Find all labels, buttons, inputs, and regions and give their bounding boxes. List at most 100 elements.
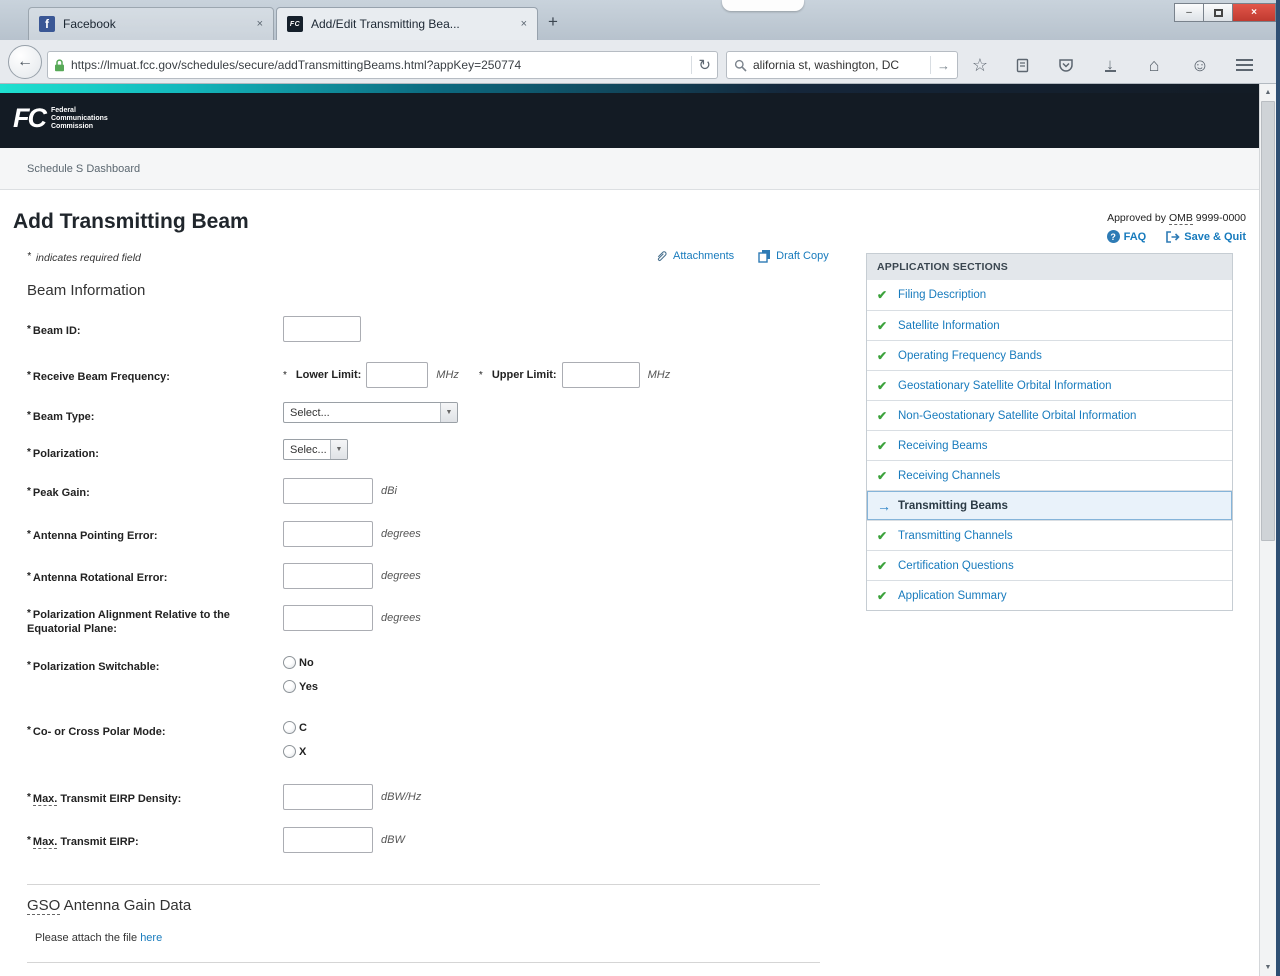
vertical-scrollbar[interactable]: ▲ ▼ bbox=[1259, 84, 1276, 976]
maximize-button[interactable] bbox=[1203, 3, 1233, 22]
url-bar[interactable]: https://lmuat.fcc.gov/schedules/secure/a… bbox=[47, 51, 718, 79]
required-asterisk: * bbox=[27, 370, 31, 381]
co-polar-c-radio[interactable] bbox=[283, 721, 296, 734]
sidebar-item-label[interactable]: Receiving Channels bbox=[898, 470, 1000, 482]
downloads-icon[interactable]: ↓ bbox=[1096, 51, 1124, 79]
search-go-icon[interactable]: → bbox=[937, 58, 950, 73]
upper-limit-input[interactable] bbox=[562, 362, 640, 388]
beam-type-select[interactable]: Select... ▼ bbox=[283, 402, 458, 423]
sidebar-item-label[interactable]: Transmitting Channels bbox=[898, 530, 1013, 542]
sidebar-item-label[interactable]: Certification Questions bbox=[898, 560, 1014, 572]
max-transmit-eirp-density-row: *Max. Transmit EIRP Density: dBW/Hz bbox=[0, 784, 830, 810]
bookmark-star-icon[interactable]: ☆ bbox=[966, 51, 994, 79]
antenna-rotational-error-input[interactable] bbox=[283, 563, 373, 589]
max-transmit-eirp-density-label: Transmit EIRP Density: bbox=[57, 793, 181, 805]
lower-limit-label: Lower Limit: bbox=[296, 369, 361, 381]
antenna-pointing-error-unit: degrees bbox=[381, 528, 421, 540]
beam-id-input[interactable] bbox=[283, 316, 361, 342]
faq-link[interactable]: ? FAQ bbox=[1107, 230, 1147, 243]
sidebar-item-transmitting-channels[interactable]: ✔ Transmitting Channels bbox=[867, 520, 1232, 550]
lower-limit-input[interactable] bbox=[366, 362, 428, 388]
required-asterisk: * bbox=[27, 835, 31, 846]
polarization-alignment-input[interactable] bbox=[283, 605, 373, 631]
sidebar-item-label[interactable]: Filing Description bbox=[898, 289, 986, 301]
search-input[interactable]: alifornia st, washington, DC bbox=[753, 58, 924, 72]
sidebar-item-non-geostationary-orbital-information[interactable]: ✔ Non-Geostationary Satellite Orbital In… bbox=[867, 400, 1232, 430]
max-transmit-eirp-unit: dBW bbox=[381, 834, 405, 846]
sidebar-item-receiving-beams[interactable]: ✔ Receiving Beams bbox=[867, 430, 1232, 460]
menu-button[interactable] bbox=[1230, 51, 1258, 79]
attachments-link[interactable]: Attachments bbox=[655, 249, 734, 263]
check-icon: ✔ bbox=[877, 559, 890, 573]
sidebar-item-label[interactable]: Satellite Information bbox=[898, 320, 1000, 332]
sidebar-item-label[interactable]: Geostationary Satellite Orbital Informat… bbox=[898, 380, 1112, 392]
beam-id-label: Beam ID: bbox=[33, 325, 81, 337]
antenna-rotational-error-label: Antenna Rotational Error: bbox=[33, 572, 167, 584]
tab-facebook[interactable]: f Facebook × bbox=[28, 7, 274, 40]
sidebar-item-satellite-information[interactable]: ✔ Satellite Information bbox=[867, 310, 1232, 340]
url-bar-divider bbox=[691, 56, 692, 74]
omb-abbr: OMB bbox=[1169, 212, 1193, 225]
required-asterisk: * bbox=[479, 370, 483, 381]
beam-type-label: Beam Type: bbox=[33, 411, 95, 423]
home-icon[interactable]: ⌂ bbox=[1140, 51, 1168, 79]
bookmarks-list-icon[interactable] bbox=[1008, 51, 1036, 79]
peak-gain-unit: dBi bbox=[381, 485, 397, 497]
max-transmit-eirp-density-unit: dBW/Hz bbox=[381, 791, 421, 803]
tab-add-edit-transmitting-beams[interactable]: FC Add/Edit Transmitting Bea... × bbox=[276, 7, 538, 40]
sidebar-item-label[interactable]: Non-Geostationary Satellite Orbital Info… bbox=[898, 410, 1136, 422]
home-glyph: ⌂ bbox=[1149, 55, 1160, 76]
sidebar-item-filing-description[interactable]: ✔ Filing Description bbox=[867, 280, 1232, 310]
close-window-button[interactable]: × bbox=[1232, 3, 1276, 22]
peak-gain-input[interactable] bbox=[283, 478, 373, 504]
sidebar-item-label[interactable]: Operating Frequency Bands bbox=[898, 350, 1042, 362]
search-bar[interactable]: alifornia st, washington, DC → bbox=[726, 51, 958, 79]
max-transmit-eirp-input[interactable] bbox=[283, 827, 373, 853]
reload-icon[interactable]: ↻ bbox=[698, 56, 711, 74]
save-quit-link[interactable]: Save & Quit bbox=[1166, 230, 1246, 243]
receive-beam-frequency-label: Receive Beam Frequency: bbox=[33, 371, 170, 383]
max-abbr: Max. bbox=[33, 836, 57, 849]
search-icon bbox=[734, 59, 747, 72]
hello-smiley-icon[interactable]: ☺ bbox=[1186, 51, 1214, 79]
draft-copy-link[interactable]: Draft Copy bbox=[758, 249, 829, 263]
maximize-icon bbox=[1214, 9, 1223, 17]
peak-gain-label: Peak Gain: bbox=[33, 487, 90, 499]
sidebar-item-receiving-channels[interactable]: ✔ Receiving Channels bbox=[867, 460, 1232, 490]
scrollbar-thumb[interactable] bbox=[1261, 101, 1275, 541]
scroll-down-arrow[interactable]: ▼ bbox=[1260, 959, 1276, 976]
antenna-pointing-error-input[interactable] bbox=[283, 521, 373, 547]
co-cross-polar-mode-label: Co- or Cross Polar Mode: bbox=[33, 726, 166, 738]
check-icon: ✔ bbox=[877, 589, 890, 603]
sidebar-item-label[interactable]: Receiving Beams bbox=[898, 440, 987, 452]
polarization-switchable-yes-radio[interactable] bbox=[283, 680, 296, 693]
upper-limit-label: Upper Limit: bbox=[492, 369, 557, 381]
beam-id-row: *Beam ID: bbox=[0, 316, 830, 342]
lower-limit-unit: MHz bbox=[436, 369, 459, 381]
close-tab-icon[interactable]: × bbox=[257, 18, 263, 30]
sidebar-item-certification-questions[interactable]: ✔ Certification Questions bbox=[867, 550, 1232, 580]
sidebar-item-application-summary[interactable]: ✔ Application Summary bbox=[867, 580, 1232, 610]
minimize-button[interactable]: – bbox=[1174, 3, 1204, 22]
search-divider bbox=[930, 56, 931, 74]
max-transmit-eirp-density-input[interactable] bbox=[283, 784, 373, 810]
cross-polar-x-radio[interactable] bbox=[283, 745, 296, 758]
sidebar-item-operating-frequency-bands[interactable]: ✔ Operating Frequency Bands bbox=[867, 340, 1232, 370]
pocket-icon[interactable] bbox=[1052, 51, 1080, 79]
attach-file-here-link[interactable]: here bbox=[140, 932, 162, 944]
new-tab-button[interactable]: + bbox=[548, 12, 558, 32]
close-tab-icon[interactable]: × bbox=[521, 18, 527, 30]
sidebar-item-label[interactable]: Application Summary bbox=[898, 590, 1007, 602]
co-cross-polar-mode-row: *Co- or Cross Polar Mode: C X bbox=[0, 717, 830, 758]
section-divider bbox=[27, 962, 820, 963]
sidebar-item-label[interactable]: Transmitting Beams bbox=[898, 500, 1008, 512]
url-text[interactable]: https://lmuat.fcc.gov/schedules/secure/a… bbox=[71, 58, 685, 72]
check-icon: ✔ bbox=[877, 469, 890, 483]
polarization-switchable-no-radio[interactable] bbox=[283, 656, 296, 669]
back-button[interactable]: ← bbox=[8, 45, 42, 79]
sidebar-item-geostationary-orbital-information[interactable]: ✔ Geostationary Satellite Orbital Inform… bbox=[867, 370, 1232, 400]
breadcrumb-dashboard-link[interactable]: Schedule S Dashboard bbox=[27, 148, 140, 190]
sidebar-item-transmitting-beams[interactable]: → Transmitting Beams bbox=[867, 490, 1232, 520]
scroll-up-arrow[interactable]: ▲ bbox=[1260, 84, 1276, 101]
polarization-select[interactable]: Selec... ▼ bbox=[283, 439, 348, 460]
